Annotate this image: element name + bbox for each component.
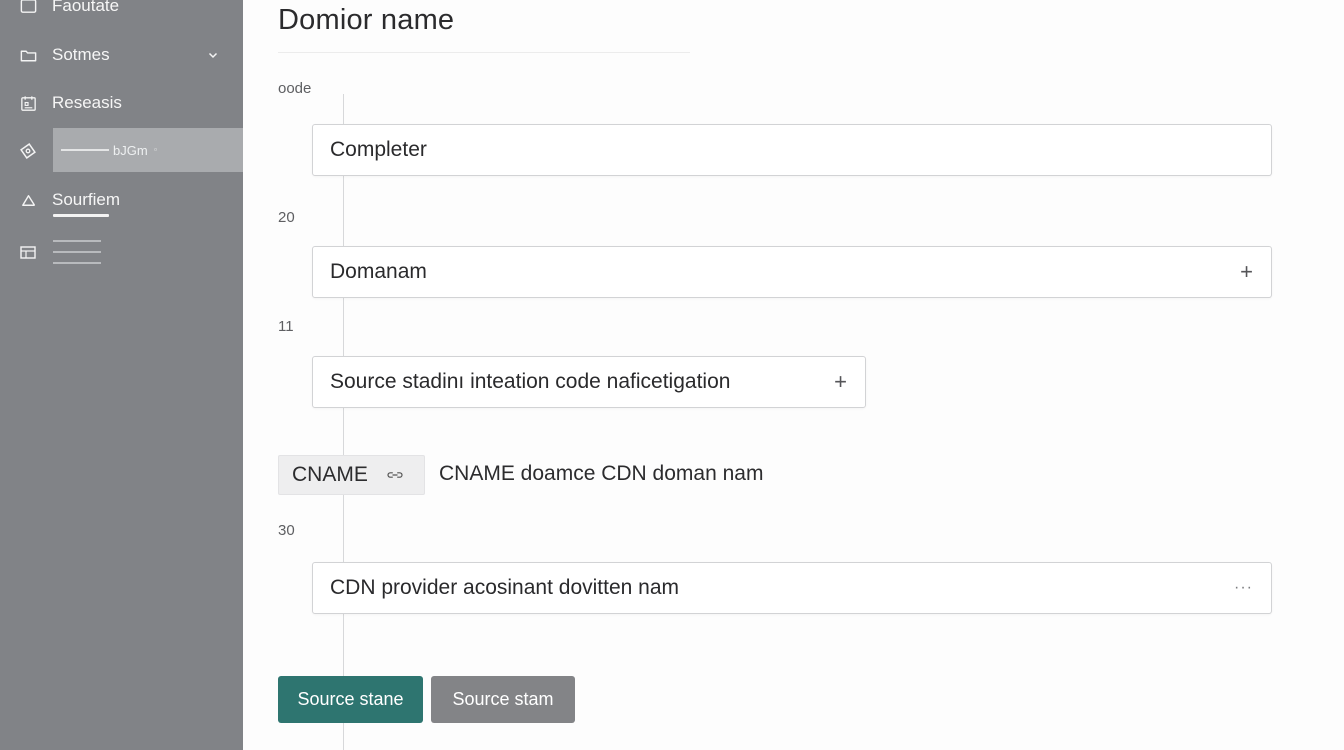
sidebar-item-label: Faoutate: [52, 0, 120, 15]
sidebar-item-selected-label: bJGm ◦: [61, 143, 158, 158]
sidebar-item-bjgm[interactable]: bJGm ◦: [53, 128, 243, 172]
chevron-down-icon[interactable]: [206, 48, 220, 62]
row-label: 20: [278, 209, 295, 226]
placeholder-line: [53, 240, 101, 242]
sidebar-item-label: Reseasis: [52, 93, 122, 112]
title-divider: [278, 52, 690, 53]
calendar-icon: [18, 93, 38, 113]
link-icon: [387, 472, 403, 478]
selected-dot: ◦: [153, 144, 158, 156]
sidebar-item-sourfiem[interactable]: Sourfiem: [0, 180, 243, 220]
cloud-icon: [18, 190, 38, 210]
completer-field[interactable]: Completer: [312, 124, 1272, 176]
plus-icon[interactable]: +: [1240, 247, 1253, 297]
page-title: Domior name: [278, 4, 455, 36]
field-value: CDN provider acosinant dovitten nam: [330, 576, 680, 599]
field-value: Domanam: [330, 260, 427, 283]
domanam-field[interactable]: Domanam +: [312, 246, 1272, 298]
sidebar-item-label: bJGm: [113, 142, 148, 158]
sidebar-item-placeholder[interactable]: [53, 240, 101, 273]
cdn-provider-field[interactable]: CDN provider acosinant dovitten nam ···: [312, 562, 1272, 614]
active-underline: [53, 214, 109, 217]
table-icon: [20, 246, 36, 259]
sidebar: Faoutate Sotmes Reseasis bJGm ◦ Sourfiem: [0, 0, 243, 750]
app-window: Faoutate Sotmes Reseasis bJGm ◦ Sourfiem…: [0, 0, 1344, 750]
sidebar-item-sotmes[interactable]: Sotmes: [0, 35, 243, 75]
main-panel: Domior name oode Completer 20 Domanam + …: [243, 0, 1344, 750]
sidebar-item-faoutate[interactable]: Faoutate: [0, 0, 243, 26]
cname-tag[interactable]: CNAME: [278, 455, 425, 495]
placeholder-line: [53, 262, 101, 264]
cname-tag-label: CNAME: [292, 463, 368, 486]
tag-icon: [20, 143, 36, 159]
cname-description: CNAME doamce CDN doman nam: [439, 462, 764, 485]
row-label: oode: [278, 80, 312, 97]
more-icon[interactable]: ···: [1234, 563, 1253, 613]
field-value: Source stadinı inteation code naficetiga…: [330, 370, 731, 393]
row-label: 11: [278, 318, 294, 335]
sidebar-item-reseasis[interactable]: Reseasis: [0, 83, 243, 123]
row-label: 30: [278, 522, 295, 539]
source-stam-button[interactable]: Source stam: [431, 676, 575, 723]
vertical-guide-line: [343, 94, 344, 750]
source-integration-field[interactable]: Source stadinı inteation code naficetiga…: [312, 356, 866, 408]
sidebar-item-label: Sotmes: [52, 45, 110, 64]
label-line: [61, 149, 109, 151]
placeholder-line: [53, 251, 101, 253]
square-icon: [18, 0, 38, 16]
source-stane-button[interactable]: Source stane: [278, 676, 423, 723]
sidebar-item-label: Sourfiem: [52, 190, 121, 209]
plus-icon[interactable]: +: [834, 357, 847, 407]
folder-icon: [18, 45, 38, 65]
field-value: Completer: [330, 138, 427, 161]
